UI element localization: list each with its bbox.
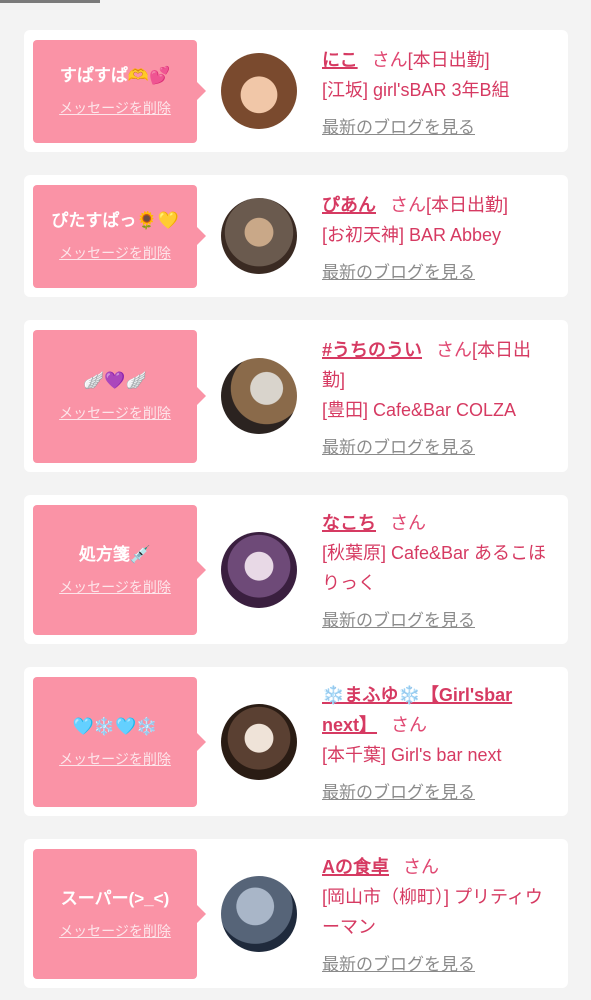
honorific: さん [436,339,473,360]
cast-info: なこち さん [秋葉原] Cafe&Bar あるこほりっく 最新のブログを見る [322,508,547,631]
avatar[interactable] [221,531,297,608]
attendance-status: [本日出勤] [407,49,490,70]
cast-name-link[interactable]: Aの食卓 [322,857,389,877]
latest-blog-link[interactable]: 最新のブログを見る [322,778,475,803]
avatar[interactable] [221,703,297,780]
shop-name: [豊田] Cafe&Bar COLZA [322,399,517,420]
cast-name-link[interactable]: なこち [322,513,376,533]
delete-message-link[interactable]: メッセージを削除 [59,403,171,423]
message-text: すぱすぱ🫶💕 [59,66,171,85]
message-text: 🩵❄️🩵❄️ [72,716,158,736]
honorific: さん [391,715,428,735]
message-bubble: ぴたすぱっ🌻💛 メッセージを削除 [33,184,206,288]
message-bubble: すぱすぱ🫶💕 メッセージを削除 [33,39,206,143]
message-text: ぴたすぱっ🌻💛 [51,211,179,230]
shop-name: [本千葉] Girl's bar next [322,745,502,765]
delete-message-link[interactable]: メッセージを削除 [59,98,171,118]
cast-name-link[interactable]: #うちのうい [322,340,422,360]
list-item: 🩵❄️🩵❄️ メッセージを削除 ❄️まふゆ❄️【Girl'sbar next】さ… [24,667,568,816]
message-text: スーパー(>_<) [60,888,170,908]
latest-blog-link[interactable]: 最新のブログを見る [322,433,475,458]
cast-info: にこ さん[本日出勤] [江坂] girl'sBAR 3年B組 最新のブログを見る [322,45,547,138]
shop-name: [お初天神] BAR Abbey [322,224,502,245]
avatar[interactable] [221,198,297,274]
message-bubble: 🩵❄️🩵❄️ メッセージを削除 [33,676,206,807]
delete-message-link[interactable]: メッセージを削除 [59,749,171,769]
delete-message-link[interactable]: メッセージを削除 [59,577,171,597]
cast-name-link[interactable]: ぴあん [322,195,376,215]
top-scroll-indicator [0,0,100,3]
cast-info: #うちのうい さん[本日出勤] [豊田] Cafe&Bar COLZA 最新のブロ… [322,335,547,458]
message-list: すぱすぱ🫶💕 メッセージを削除 にこ さん[本日出勤] [江坂] girl'sBA… [24,30,568,1000]
shop-name: [秋葉原] Cafe&Bar あるこほりっく [322,543,547,593]
cast-info: Aの食卓 さん [岡山市（柳町）] プリティウーマン 最新のブログを見る [322,852,547,975]
message-bubble: スーパー(>_<) メッセージを削除 [33,848,206,979]
delete-message-link[interactable]: メッセージを削除 [59,921,171,941]
list-item: すぱすぱ🫶💕 メッセージを削除 にこ さん[本日出勤] [江坂] girl'sBA… [24,30,568,152]
honorific: さん [371,49,408,70]
cast-info: ぴあん さん[本日出勤] [お初天神] BAR Abbey 最新のブログを見る [322,190,547,283]
honorific: さん [403,857,439,877]
delete-message-link[interactable]: メッセージを削除 [59,243,171,263]
shop-name: [岡山市（柳町）] プリティウーマン [322,887,543,937]
avatar[interactable] [221,53,297,129]
avatar[interactable] [221,875,297,952]
honorific: さん [390,513,426,533]
attendance-status: [本日出勤] [426,194,509,215]
list-item: ぴたすぱっ🌻💛 メッセージを削除 ぴあん さん[本日出勤] [お初天神] BAR … [24,175,568,297]
latest-blog-link[interactable]: 最新のブログを見る [322,258,475,283]
list-item: 処方箋💉 メッセージを削除 なこち さん [秋葉原] Cafe&Bar あるこほり… [24,495,568,644]
cast-info: ❄️まふゆ❄️【Girl'sbar next】 さん [本千葉] Girl's b… [322,680,547,803]
latest-blog-link[interactable]: 最新のブログを見る [322,606,475,631]
message-bubble: 処方箋💉 メッセージを削除 [33,504,206,635]
honorific: さん [390,194,426,215]
list-item: スーパー(>_<) メッセージを削除 Aの食卓 さん [岡山市（柳町）] プリティ… [24,839,568,988]
avatar[interactable] [221,358,297,434]
cast-name-link[interactable]: にこ [322,50,358,70]
message-bubble: 🪽💜🪽 メッセージを削除 [33,329,206,463]
shop-name: [江坂] girl'sBAR 3年B組 [322,79,510,100]
latest-blog-link[interactable]: 最新のブログを見る [322,113,475,138]
list-item: 🪽💜🪽 メッセージを削除 #うちのうい さん[本日出勤] [豊田] Cafe&Ba… [24,320,568,472]
message-text: 処方箋💉 [78,544,152,564]
latest-blog-link[interactable]: 最新のブログを見る [322,950,475,975]
message-text: 🪽💜🪽 [83,371,147,390]
